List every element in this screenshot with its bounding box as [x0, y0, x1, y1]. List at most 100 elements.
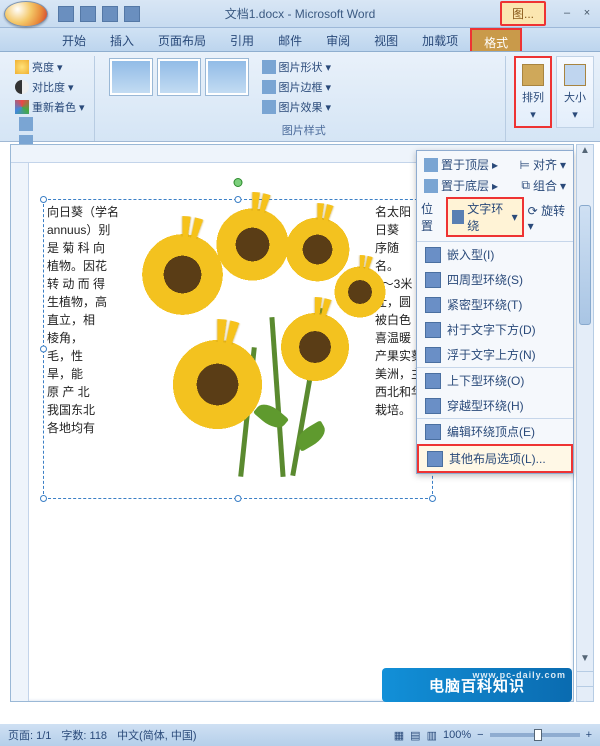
- zoom-slider-thumb[interactable]: [534, 729, 542, 741]
- wrap-through-icon: [425, 398, 441, 414]
- tab-view[interactable]: 视图: [362, 28, 410, 51]
- bring-front-icon: [424, 158, 438, 172]
- picture-style-preset-3[interactable]: [205, 58, 249, 96]
- picture-effects-button[interactable]: 图片效果 ▾: [259, 98, 335, 116]
- recolor-button[interactable]: 重新着色 ▾: [12, 98, 88, 116]
- text-wrap-button[interactable]: 文字环绕 ▾: [446, 197, 523, 237]
- picture-shape-button[interactable]: 图片形状 ▾: [259, 58, 335, 76]
- qat-undo-icon[interactable]: [80, 6, 96, 22]
- scroll-thumb[interactable]: [579, 205, 591, 325]
- qat-print-icon[interactable]: [124, 6, 140, 22]
- wrap-inline[interactable]: 嵌入型(I): [417, 242, 573, 267]
- minimize-button[interactable]: –: [558, 7, 576, 21]
- resize-handle-sw[interactable]: [40, 495, 47, 502]
- picture-style-preset-1[interactable]: [109, 58, 153, 96]
- tab-insert[interactable]: 插入: [98, 28, 146, 51]
- wrap-behind-icon: [425, 322, 441, 338]
- ribbon-group-picture-styles: 图片形状 ▾ 图片边框 ▾ 图片效果 ▾ 图片样式: [103, 56, 506, 141]
- tab-review[interactable]: 审阅: [314, 28, 362, 51]
- recolor-icon: [15, 100, 29, 114]
- tab-addins[interactable]: 加载项: [410, 28, 470, 51]
- contextual-tab-picture-tools[interactable]: 图...: [500, 1, 546, 26]
- resize-handle-w[interactable]: [40, 346, 47, 353]
- view-reading-icon[interactable]: ▤: [410, 729, 420, 742]
- qat-redo-icon[interactable]: [102, 6, 118, 22]
- tab-home[interactable]: 开始: [50, 28, 98, 51]
- status-word-count[interactable]: 字数: 118: [61, 727, 107, 743]
- text-wrap-menu: 嵌入型(I) 四周型环绕(S) 紧密型环绕(T) 衬于文字下方(D) 浮于文字上…: [417, 242, 573, 473]
- resize-handle-s[interactable]: [235, 495, 242, 502]
- tab-format[interactable]: 格式: [470, 28, 522, 51]
- resize-handle-nw[interactable]: [40, 196, 47, 203]
- wrap-square[interactable]: 四周型环绕(S): [417, 267, 573, 292]
- vertical-ruler[interactable]: [11, 163, 29, 701]
- arrange-dropdown-panel: 置于顶层 ▸ ⊨ 对齐 ▾ 置于底层 ▸ ⧉ 组合 ▾ 位置 文字环绕 ▾ ⟳ …: [416, 150, 574, 474]
- scroll-down-button[interactable]: ▼: [577, 653, 593, 669]
- shape-icon: [262, 60, 276, 74]
- document-text-left[interactable]: 向日葵（学名 annuus）别 是 菊 科 向 植物。因花 转 动 而 得 生植…: [47, 203, 129, 437]
- tab-page-layout[interactable]: 页面布局: [146, 28, 218, 51]
- ribbon-tabs: 开始 插入 页面布局 引用 邮件 审阅 视图 加载项 格式: [0, 28, 600, 52]
- arrange-icon: [522, 64, 544, 86]
- zoom-in-button[interactable]: +: [586, 729, 592, 741]
- zoom-level[interactable]: 100%: [443, 729, 471, 741]
- scroll-up-button[interactable]: ▲: [577, 145, 593, 161]
- size-icon: [564, 64, 586, 86]
- wrap-front[interactable]: 浮于文字上方(N): [417, 342, 573, 367]
- resize-handle-se[interactable]: [429, 495, 436, 502]
- contrast-icon: [15, 80, 29, 94]
- ribbon-group-arrange-size: 排列 ▾ 大小 ▾: [514, 56, 594, 141]
- brightness-button[interactable]: 亮度 ▾: [12, 58, 66, 76]
- statusbar: 页面: 1/1 字数: 118 中文(简体, 中国) ▦ ▤ ▥ 100% − …: [0, 724, 600, 746]
- wrap-front-icon: [425, 347, 441, 363]
- view-print-layout-icon[interactable]: ▦: [394, 729, 404, 742]
- window-title: 文档1.docx - Microsoft Word: [225, 5, 375, 22]
- compress-icon: [19, 117, 33, 131]
- view-web-icon[interactable]: ▥: [427, 729, 437, 742]
- quick-access-toolbar: [58, 6, 140, 22]
- qat-save-icon[interactable]: [58, 6, 74, 22]
- ribbon-group-adjust: 亮度 ▾ 对比度 ▾ 重新着色 ▾ 调整: [6, 56, 95, 141]
- more-layout-options[interactable]: 其他布局选项(L)...: [417, 444, 573, 473]
- bring-to-front-button[interactable]: 置于顶层 ▸ ⊨ 对齐 ▾: [421, 155, 569, 174]
- border-icon: [262, 80, 276, 94]
- vertical-scrollbar[interactable]: ▲ ▼: [576, 144, 594, 702]
- rotate-button[interactable]: ⟳ 旋转 ▾: [528, 202, 569, 233]
- text-wrap-icon: [452, 210, 464, 224]
- wrap-inline-icon: [425, 247, 441, 263]
- edit-wrap-points[interactable]: 编辑环绕顶点(E): [417, 418, 573, 444]
- size-button[interactable]: 大小 ▾: [556, 56, 594, 128]
- ribbon: 亮度 ▾ 对比度 ▾ 重新着色 ▾ 调整 图片形状 ▾ 图片边框 ▾ 图片效果 …: [0, 52, 600, 142]
- arrange-button[interactable]: 排列 ▾: [514, 56, 552, 128]
- brightness-icon: [15, 60, 29, 74]
- tab-references[interactable]: 引用: [218, 28, 266, 51]
- close-button[interactable]: ×: [578, 7, 596, 21]
- wrap-through[interactable]: 穿越型环绕(H): [417, 393, 573, 418]
- effects-icon: [262, 100, 276, 114]
- wrap-tight-icon: [425, 297, 441, 313]
- titlebar: 文档1.docx - Microsoft Word 图... – ×: [0, 0, 600, 28]
- wrap-top-bottom[interactable]: 上下型环绕(O): [417, 367, 573, 393]
- browse-object-button[interactable]: [577, 686, 593, 701]
- status-page[interactable]: 页面: 1/1: [8, 727, 51, 743]
- wrap-tight[interactable]: 紧密型环绕(T): [417, 292, 573, 317]
- position-button[interactable]: 位置: [421, 200, 442, 234]
- edit-points-icon: [425, 424, 441, 440]
- picture-style-preset-2[interactable]: [157, 58, 201, 96]
- contrast-button[interactable]: 对比度 ▾: [12, 78, 77, 96]
- send-to-back-button[interactable]: 置于底层 ▸ ⧉ 组合 ▾: [421, 176, 569, 195]
- wrap-square-icon: [425, 272, 441, 288]
- zoom-slider[interactable]: [490, 733, 580, 737]
- sunflower-image[interactable]: [125, 197, 379, 472]
- more-layout-icon: [427, 451, 443, 467]
- zoom-out-button[interactable]: −: [477, 729, 483, 741]
- prev-page-button[interactable]: [577, 671, 593, 686]
- status-language[interactable]: 中文(简体, 中国): [117, 727, 196, 743]
- wrap-behind[interactable]: 衬于文字下方(D): [417, 317, 573, 342]
- send-back-icon: [424, 179, 438, 193]
- compress-picture-button[interactable]: [16, 116, 36, 132]
- office-button[interactable]: [4, 1, 48, 27]
- picture-border-button[interactable]: 图片边框 ▾: [259, 78, 335, 96]
- rotation-handle[interactable]: [234, 178, 243, 187]
- tab-mailings[interactable]: 邮件: [266, 28, 314, 51]
